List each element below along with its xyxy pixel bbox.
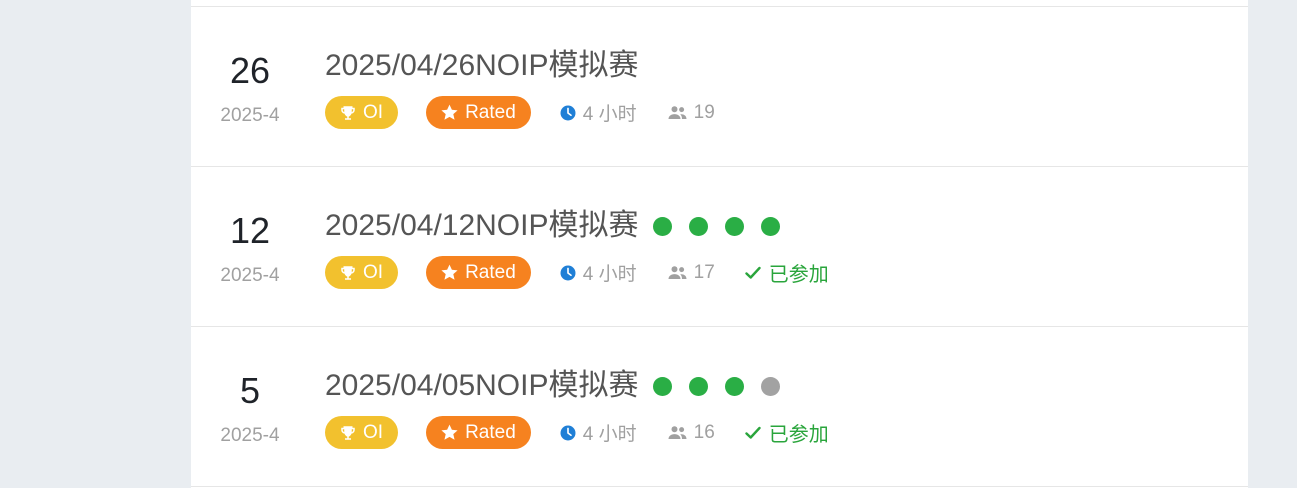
people-icon bbox=[668, 425, 687, 439]
problem-status-dots bbox=[652, 216, 797, 236]
contest-title-line: 2025/04/12NOIP模拟赛 bbox=[325, 206, 797, 246]
contest-year-month: 2025-4 bbox=[220, 265, 280, 286]
contest-participants: 16 bbox=[667, 422, 715, 444]
problem-status-dot bbox=[724, 216, 744, 236]
check-icon bbox=[745, 266, 761, 279]
joined-status: 已参加 bbox=[745, 418, 829, 447]
problem-status-dot bbox=[760, 216, 780, 236]
star-icon bbox=[441, 424, 458, 440]
star-icon bbox=[441, 104, 458, 120]
contest-title-link[interactable]: 2025/04/12NOIP模拟赛 bbox=[325, 206, 639, 246]
contest-duration: 4 小时 bbox=[559, 99, 637, 126]
joined-label: 已参加 bbox=[768, 264, 829, 286]
joined-status: 已参加 bbox=[745, 258, 829, 287]
clock-icon bbox=[560, 265, 576, 280]
contest-title-link[interactable]: 2025/04/26NOIP模拟赛 bbox=[325, 46, 639, 86]
oi-badge-label: OI bbox=[363, 421, 384, 443]
participants-count: 16 bbox=[693, 421, 715, 443]
problem-status-dot bbox=[760, 376, 780, 396]
contest-participants: 19 bbox=[667, 102, 715, 124]
rated-badge[interactable]: Rated bbox=[426, 96, 531, 129]
contest-day: 5 bbox=[239, 370, 261, 411]
oi-badge-label: OI bbox=[363, 101, 384, 123]
joined-label: 已参加 bbox=[768, 424, 829, 446]
contest-title-line: 2025/04/05NOIP模拟赛 bbox=[325, 366, 797, 406]
contest-meta: OI Rated 4 小时 17 已参加 bbox=[325, 256, 829, 289]
rated-badge[interactable]: Rated bbox=[426, 256, 531, 289]
contest-participants: 17 bbox=[667, 262, 715, 284]
contest-row[interactable]: 26 2025-4 2025/04/26NOIP模拟赛 OI Rated 4 小… bbox=[191, 7, 1248, 167]
trophy-icon bbox=[341, 265, 355, 280]
problem-status-dot bbox=[652, 376, 672, 396]
trophy-icon bbox=[341, 105, 355, 120]
contest-meta: OI Rated 4 小时 16 已参加 bbox=[325, 416, 829, 449]
problem-status-dot bbox=[724, 376, 744, 396]
contest-year-month: 2025-4 bbox=[220, 425, 280, 446]
duration-text: 4 小时 bbox=[582, 264, 637, 285]
oi-rule-badge[interactable]: OI bbox=[325, 96, 399, 129]
problem-status-dot bbox=[688, 216, 708, 236]
contest-meta: OI Rated 4 小时 19 bbox=[325, 96, 745, 129]
participants-count: 17 bbox=[693, 261, 715, 283]
oi-rule-badge[interactable]: OI bbox=[325, 256, 399, 289]
participants-count: 19 bbox=[693, 101, 715, 123]
problem-status-dot bbox=[652, 216, 672, 236]
rated-badge[interactable]: Rated bbox=[426, 416, 531, 449]
contest-row[interactable]: 12 2025-4 2025/04/12NOIP模拟赛 OI Rated 4 小… bbox=[191, 167, 1248, 327]
problem-status-dots bbox=[652, 376, 797, 396]
contest-row[interactable]: 5 2025-4 2025/04/05NOIP模拟赛 OI Rated 4 小时… bbox=[191, 327, 1248, 487]
oi-rule-badge[interactable]: OI bbox=[325, 416, 399, 449]
duration-text: 4 小时 bbox=[582, 424, 637, 445]
oi-badge-label: OI bbox=[363, 261, 384, 283]
duration-text: 4 小时 bbox=[582, 104, 637, 125]
people-icon bbox=[668, 105, 687, 119]
contest-year-month: 2025-4 bbox=[220, 105, 280, 126]
contest-day: 26 bbox=[229, 50, 271, 91]
contest-duration: 4 小时 bbox=[559, 259, 637, 286]
contest-title-line: 2025/04/26NOIP模拟赛 bbox=[325, 46, 639, 86]
people-icon bbox=[668, 265, 687, 279]
contest-day: 12 bbox=[229, 210, 271, 251]
rated-badge-label: Rated bbox=[465, 421, 516, 443]
rated-badge-label: Rated bbox=[465, 101, 516, 123]
trophy-icon bbox=[341, 425, 355, 440]
contest-title-link[interactable]: 2025/04/05NOIP模拟赛 bbox=[325, 366, 639, 406]
star-icon bbox=[441, 264, 458, 280]
check-icon bbox=[745, 426, 761, 439]
contest-list-panel: 26 2025-4 2025/04/26NOIP模拟赛 OI Rated 4 小… bbox=[191, 0, 1248, 488]
problem-status-dot bbox=[688, 376, 708, 396]
clock-icon bbox=[560, 105, 576, 120]
row-divider bbox=[191, 486, 1248, 487]
contest-duration: 4 小时 bbox=[559, 419, 637, 446]
clock-icon bbox=[560, 425, 576, 440]
rated-badge-label: Rated bbox=[465, 261, 516, 283]
